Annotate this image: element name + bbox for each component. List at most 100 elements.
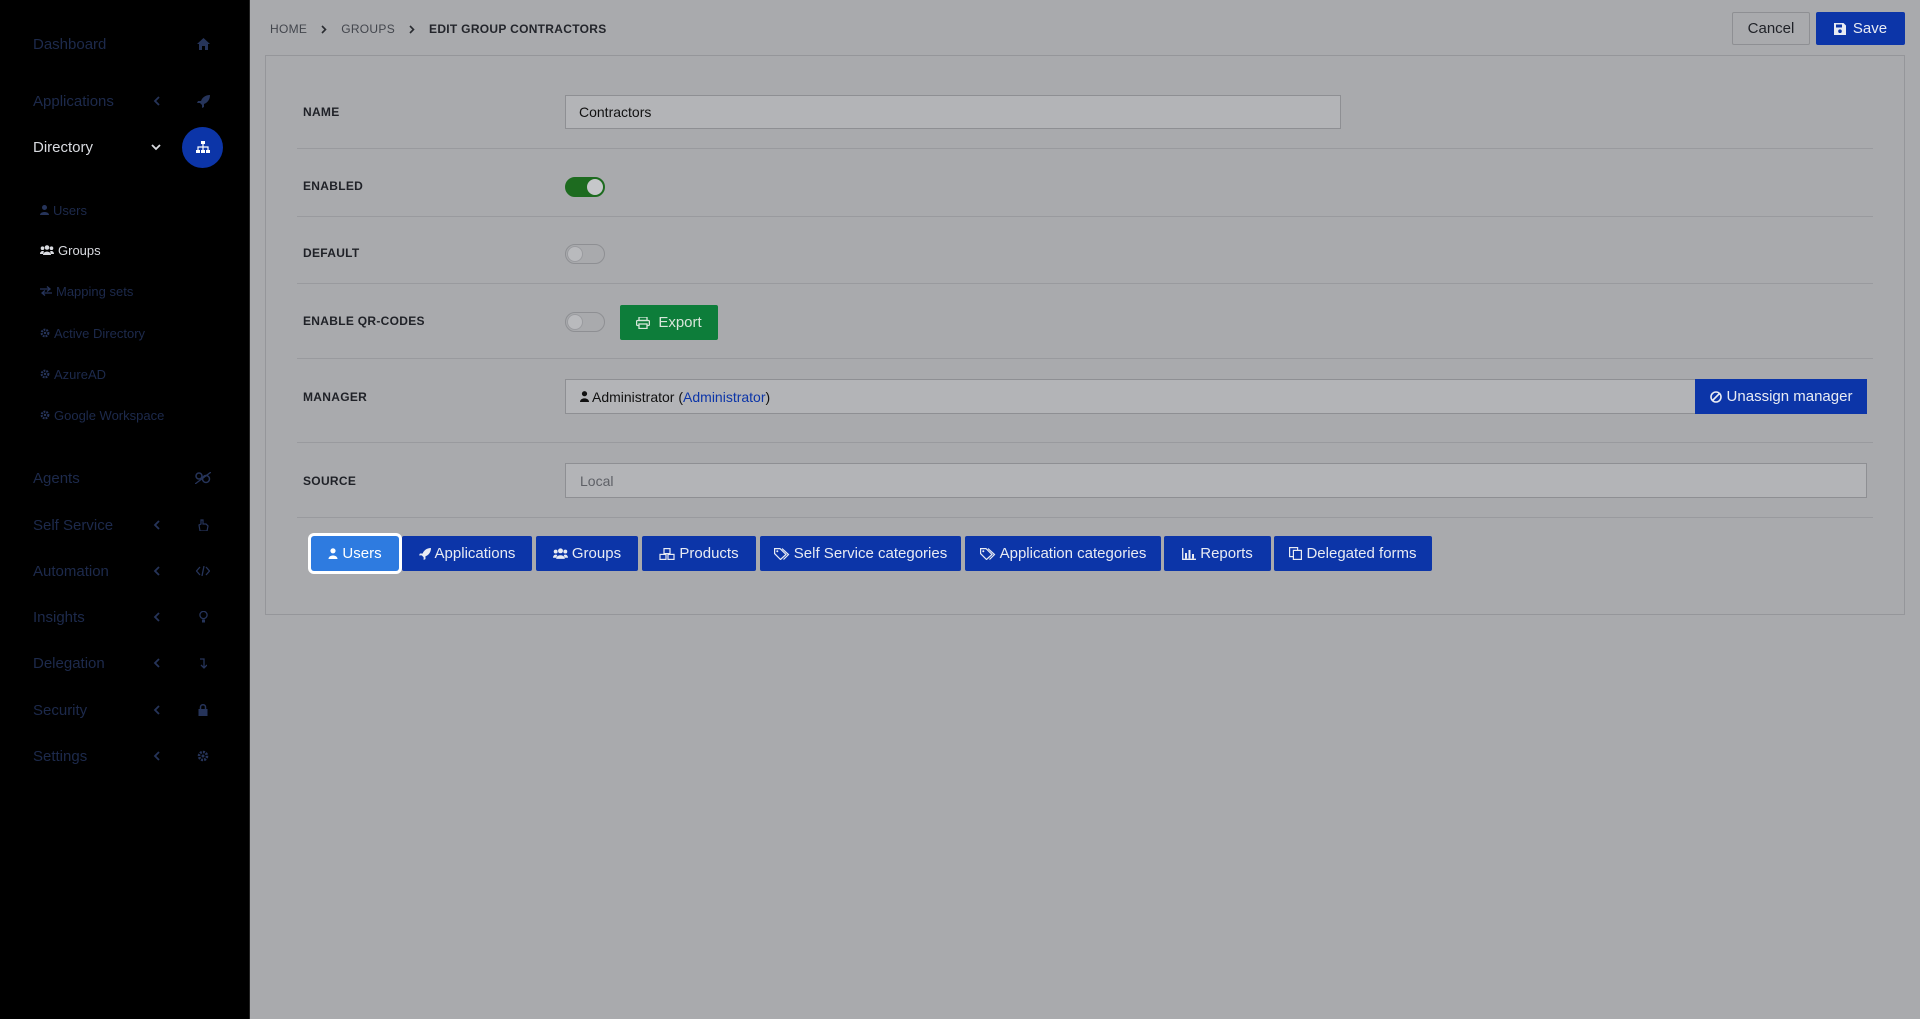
chevron-left-icon bbox=[150, 519, 162, 531]
manager-paren: ) bbox=[765, 388, 771, 405]
divider bbox=[297, 216, 1873, 217]
source-field: Local bbox=[565, 463, 1867, 498]
toggle-knob bbox=[567, 246, 583, 262]
name-label: NAME bbox=[303, 105, 340, 119]
lightbulb-icon bbox=[190, 604, 216, 630]
divider bbox=[297, 442, 1873, 443]
chevron-left-icon bbox=[150, 565, 162, 577]
chevron-left-icon bbox=[150, 657, 162, 669]
default-toggle[interactable] bbox=[565, 244, 605, 264]
user-icon bbox=[580, 391, 589, 402]
gear-icon bbox=[40, 328, 50, 338]
sidebar-subitem-google-workspace[interactable]: Google Workspace bbox=[40, 404, 164, 426]
name-input[interactable]: Contractors bbox=[565, 95, 1341, 129]
sidebar-subitem-azuread[interactable]: AzureAD bbox=[40, 363, 106, 385]
manager-link[interactable]: Administrator bbox=[683, 389, 765, 405]
sidebar-item-dashboard[interactable]: Dashboard bbox=[0, 24, 250, 64]
save-icon bbox=[1833, 22, 1846, 35]
cancel-button[interactable]: Cancel bbox=[1732, 12, 1810, 45]
cubes-icon bbox=[659, 547, 675, 560]
sidebar-item-self-service[interactable]: Self Service bbox=[0, 505, 250, 545]
save-label: Save bbox=[1852, 20, 1888, 37]
sidebar-item-label: Security bbox=[33, 701, 88, 719]
user-icon bbox=[40, 205, 49, 215]
tab-label: Application categories bbox=[999, 545, 1147, 562]
agents-icon bbox=[190, 465, 216, 491]
sidebar-item-agents[interactable]: Agents bbox=[0, 458, 250, 498]
sidebar-item-label: Dashboard bbox=[33, 35, 107, 53]
tab-products[interactable]: Products bbox=[642, 536, 756, 571]
tab-self-service-categories[interactable]: Self Service categories bbox=[760, 536, 961, 571]
home-icon bbox=[190, 31, 216, 57]
sidebar-subitem-label: Groups bbox=[58, 242, 101, 258]
source-label: SOURCE bbox=[303, 474, 357, 488]
export-button[interactable]: Export bbox=[620, 305, 718, 340]
sidebar-item-directory[interactable]: Directory bbox=[0, 126, 250, 168]
export-label: Export bbox=[658, 314, 702, 331]
save-button[interactable]: Save bbox=[1816, 12, 1905, 45]
sidebar-item-automation[interactable]: Automation bbox=[0, 551, 250, 591]
tab-reports[interactable]: Reports bbox=[1164, 536, 1271, 571]
chevron-right-icon bbox=[409, 24, 415, 34]
chevron-down-icon bbox=[150, 141, 162, 153]
sidebar-subitem-label: AzureAD bbox=[54, 366, 107, 382]
chevron-right-icon bbox=[321, 24, 327, 34]
sidebar-subitem-mapping-sets[interactable]: Mapping sets bbox=[40, 280, 133, 302]
tab-label: Users bbox=[342, 545, 382, 562]
sidebar-subitem-label: Mapping sets bbox=[56, 283, 134, 299]
sidebar-subitem-users[interactable]: Users bbox=[40, 199, 87, 221]
users-icon bbox=[40, 245, 54, 255]
breadcrumb: HOME GROUPS EDIT GROUP CONTRACTORS bbox=[270, 21, 607, 37]
manager-field: Administrator (Administrator) bbox=[565, 379, 1696, 414]
gear-icon bbox=[40, 369, 50, 379]
toggle-knob bbox=[567, 314, 583, 330]
unassign-label: Unassign manager bbox=[1726, 388, 1853, 405]
tab-label: Self Service categories bbox=[793, 545, 948, 562]
breadcrumb-home[interactable]: HOME bbox=[270, 22, 307, 36]
sidebar-subitem-active-directory[interactable]: Active Directory bbox=[40, 322, 145, 344]
sidebar-subitem-groups[interactable]: Groups bbox=[40, 239, 101, 261]
enabled-toggle[interactable] bbox=[565, 177, 605, 197]
sidebar-item-label: Directory bbox=[33, 138, 94, 156]
qr-codes-toggle[interactable] bbox=[565, 312, 605, 332]
tab-delegated-forms[interactable]: Delegated forms bbox=[1274, 536, 1432, 571]
sidebar-item-settings[interactable]: Settings bbox=[0, 736, 250, 776]
sidebar-item-applications[interactable]: Applications bbox=[0, 81, 250, 121]
divider bbox=[297, 283, 1873, 284]
sidebar-item-delegation[interactable]: Delegation bbox=[0, 643, 250, 683]
sidebar-subitem-label: Google Workspace bbox=[54, 407, 165, 423]
qr-codes-label: ENABLE QR-CODES bbox=[303, 314, 425, 328]
manager-label: MANAGER bbox=[303, 390, 368, 404]
divider bbox=[297, 148, 1873, 149]
sidebar: Dashboard Applications Directory Users G… bbox=[0, 0, 250, 1019]
enabled-label: ENABLED bbox=[303, 179, 364, 193]
tags-icon bbox=[979, 547, 995, 560]
chevron-left-icon bbox=[150, 704, 162, 716]
tab-label: Products bbox=[679, 545, 739, 562]
sidebar-item-label: Self Service bbox=[33, 516, 114, 534]
sidebar-item-label: Settings bbox=[33, 747, 88, 765]
sidebar-item-label: Insights bbox=[33, 608, 85, 626]
breadcrumb-current: EDIT GROUP CONTRACTORS bbox=[429, 22, 607, 36]
tab-applications[interactable]: Applications bbox=[402, 536, 532, 571]
tab-label: Delegated forms bbox=[1306, 545, 1417, 562]
tab-application-categories[interactable]: Application categories bbox=[965, 536, 1161, 571]
bar-chart-icon bbox=[1182, 547, 1197, 560]
unassign-manager-button[interactable]: Unassign manager bbox=[1695, 379, 1867, 414]
breadcrumb-groups[interactable]: GROUPS bbox=[341, 22, 395, 36]
hand-icon bbox=[190, 512, 216, 538]
manager-name: Administrator ( bbox=[592, 388, 684, 405]
rocket-icon bbox=[190, 88, 216, 114]
tab-users[interactable]: Users bbox=[311, 536, 399, 571]
ban-icon bbox=[1709, 390, 1722, 403]
gear-icon bbox=[40, 410, 50, 420]
print-icon bbox=[636, 316, 651, 329]
tab-groups[interactable]: Groups bbox=[536, 536, 638, 571]
sidebar-item-label: Automation bbox=[33, 562, 109, 580]
sidebar-item-label: Applications bbox=[33, 92, 114, 110]
sidebar-item-insights[interactable]: Insights bbox=[0, 597, 250, 637]
toggle-knob bbox=[587, 179, 603, 195]
sidebar-item-security[interactable]: Security bbox=[0, 690, 250, 730]
lock-icon bbox=[190, 697, 216, 723]
sidebar-subitem-label: Active Directory bbox=[54, 325, 146, 341]
